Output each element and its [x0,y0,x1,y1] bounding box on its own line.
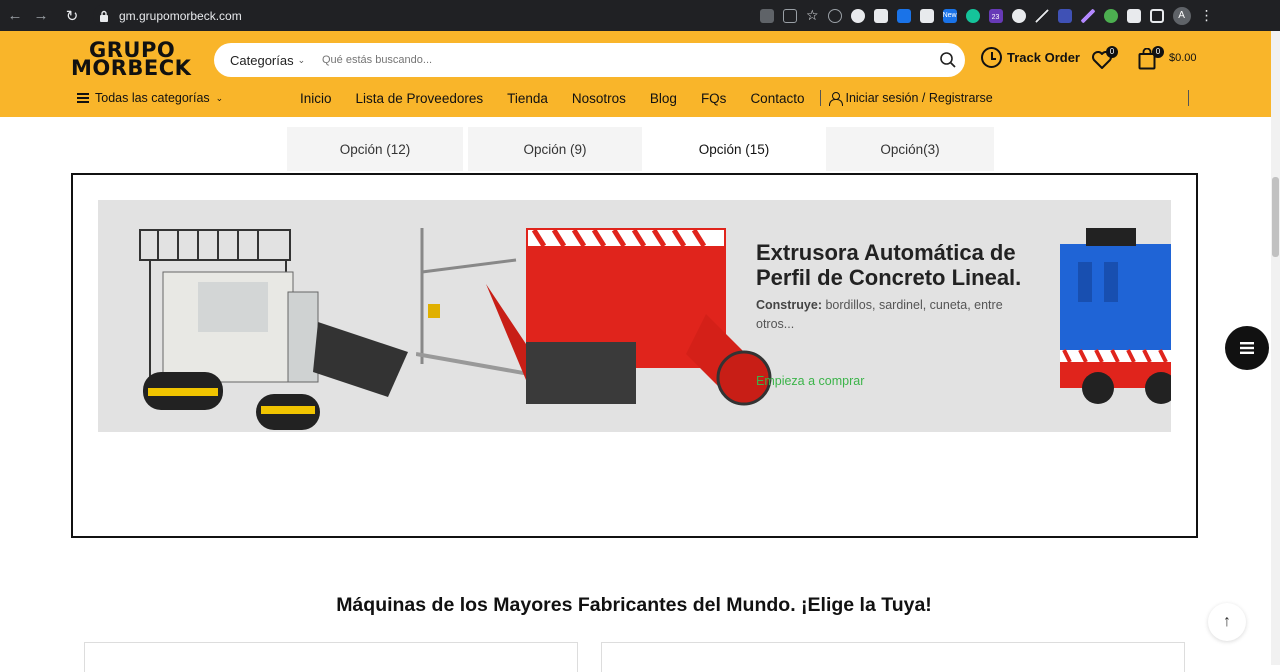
scroll-to-top-button[interactable]: ↑ [1208,603,1246,641]
back-icon[interactable]: ← [4,5,26,27]
banner-description: Construye: bordillos, sardinel, cuneta, … [756,296,1026,334]
extruder-machine-image [416,228,772,406]
swirl-icon[interactable] [1011,8,1026,23]
recycle-icon[interactable] [827,8,842,23]
user-icon [829,91,844,106]
nav-item-inicio[interactable]: Inicio [300,91,332,106]
category-select-label: Categorías [230,52,294,68]
counter-icon[interactable]: 23 [988,8,1003,23]
tab-opcion-9[interactable]: Opción (9) [468,127,642,171]
brand-card[interactable] [601,642,1185,672]
main-nav: Inicio Lista de Proveedores Tienda Nosot… [300,90,993,106]
login-link[interactable]: Iniciar sesión / Registrarse [829,91,993,106]
product-slider: Extrusora Automática de Perfil de Concre… [71,173,1198,538]
address-bar[interactable]: gm.grupomorbeck.com [93,3,773,28]
extensions-bar: ☆ New 23 A ⋮ [760,0,1214,31]
brand-logo[interactable]: GRUPO MORBECK [71,40,201,80]
nav-item-proveedores[interactable]: Lista de Proveedores [356,91,484,106]
browser-toolbar: ← → ↻ gm.grupomorbeck.com ☆ New 23 A ⋮ [0,0,1280,31]
browser-menu-icon[interactable]: ⋮ [1200,7,1214,24]
camera-icon[interactable] [919,8,934,23]
tab-opcion-3[interactable]: Opción(3) [826,127,994,171]
menu-icon [1240,342,1254,354]
all-categories-menu[interactable]: Todas las categorías ⌄ [77,91,223,105]
section-heading: Máquinas de los Mayores Fabricantes del … [336,594,932,616]
login-label: Iniciar sesión / Registrarse [845,91,993,105]
scrollbar-thumb[interactable] [1272,177,1279,257]
nav-divider [1188,90,1189,106]
all-categories-label: Todas las categorías [95,91,210,105]
translate-icon[interactable] [760,8,774,23]
profile-avatar[interactable]: A [1172,6,1191,25]
nav-item-fqs[interactable]: FQs [701,91,727,106]
url-text: gm.grupomorbeck.com [119,8,242,23]
lock-icon [97,9,111,23]
search-input[interactable] [322,54,922,66]
nav-item-nosotros[interactable]: Nosotros [572,91,626,106]
nav-item-blog[interactable]: Blog [650,91,677,106]
floating-menu-button[interactable] [1225,326,1269,370]
site-header: GRUPO MORBECK Categorías ⌄ Track Order 0… [0,31,1280,117]
reload-icon[interactable]: ↻ [61,5,83,27]
nav-item-tienda[interactable]: Tienda [507,91,548,106]
sidebar-icon[interactable] [1149,8,1164,23]
puzzle-icon[interactable] [1126,8,1141,23]
hamburger-icon [77,93,89,103]
forward-icon[interactable]: → [30,5,52,27]
eye-icon[interactable] [1103,8,1118,23]
product-tabs: Opción (12) Opción (9) Opción (15) Opció… [287,127,999,171]
shop-now-link[interactable]: Empieza a comprar [756,374,864,388]
cart-count-badge: 0 [1152,46,1164,58]
star-icon[interactable]: ☆ [806,7,819,24]
page-scrollbar[interactable] [1271,31,1280,665]
banner-title: Extrusora Automática de Perfil de Concre… [756,240,1022,290]
track-order-link[interactable]: Track Order [981,47,1080,68]
share-icon[interactable] [783,8,797,23]
banner-description-bold: Construye: [756,298,822,312]
video-icon[interactable] [1057,8,1072,23]
search-icon[interactable] [939,51,957,69]
new-badge-icon[interactable]: New [942,8,957,23]
chevron-down-icon: ⌄ [297,54,306,65]
tab-opcion-12[interactable]: Opción (12) [287,127,463,171]
nav-item-contacto[interactable]: Contacto [750,91,804,106]
paver-machine-image [139,229,408,430]
blue-machine-image [1060,228,1171,404]
nav-divider [820,90,822,106]
tab-opcion-15[interactable]: Opción (15) [647,127,821,171]
doc-icon[interactable] [896,8,911,23]
track-order-label: Track Order [1007,50,1080,65]
wishlist-button[interactable]: 0 [1091,46,1118,70]
flag-icon[interactable] [873,8,888,23]
cart-total: $0.00 [1169,52,1197,64]
brand-card[interactable] [84,642,578,672]
grammarly-icon[interactable] [965,8,980,23]
cart-button[interactable]: 0 [1138,46,1164,70]
clock-icon [981,47,1002,68]
search-bar: Categorías ⌄ [214,43,965,77]
category-select[interactable]: Categorías ⌄ [214,53,310,68]
pen-icon[interactable] [1034,8,1049,23]
chevron-down-icon: ⌄ [215,92,224,103]
quill-icon[interactable] [1080,8,1095,23]
arrow-up-icon: ↑ [1223,613,1231,630]
wishlist-count-badge: 0 [1106,46,1118,58]
globe-icon[interactable] [850,8,865,23]
logo-line-2: MORBECK [71,56,192,80]
hero-banner[interactable]: Extrusora Automática de Perfil de Concre… [98,200,1171,432]
